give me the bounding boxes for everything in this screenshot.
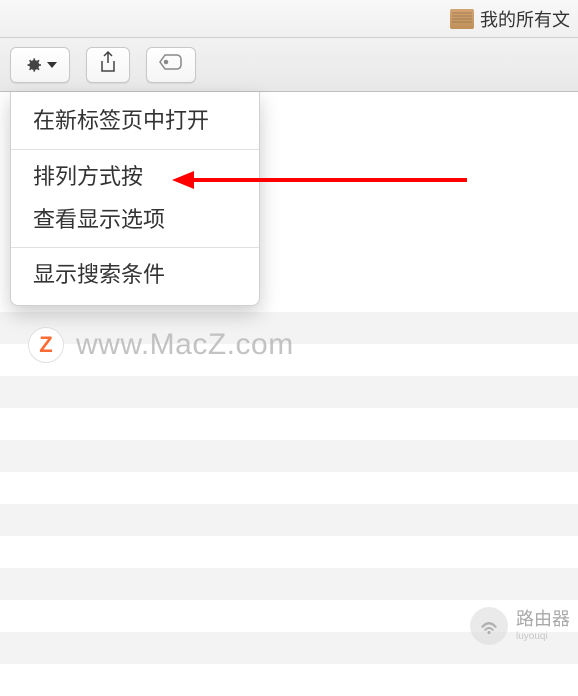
arrow-head-icon bbox=[172, 171, 194, 189]
list-row bbox=[0, 472, 578, 504]
router-text: 路由器 luyouqi bbox=[516, 609, 570, 643]
toolbar bbox=[0, 38, 578, 92]
router-text-main: 路由器 bbox=[516, 609, 570, 631]
menu-separator bbox=[11, 247, 259, 248]
list-row bbox=[0, 408, 578, 440]
share-button[interactable] bbox=[86, 47, 130, 83]
content-area: 在新标签页中打开 排列方式按 查看显示选项 显示搜索条件 Z www.MacZ.… bbox=[0, 92, 578, 663]
list-row bbox=[0, 664, 578, 696]
annotation-arrow bbox=[172, 171, 467, 189]
list-row bbox=[0, 568, 578, 600]
title-bar: 我的所有文 bbox=[0, 0, 578, 38]
window-title: 我的所有文 bbox=[450, 6, 570, 32]
watermark: Z www.MacZ.com bbox=[28, 327, 294, 363]
title-text: 我的所有文 bbox=[480, 6, 570, 32]
tag-button[interactable] bbox=[146, 47, 196, 83]
arrow-line bbox=[192, 178, 467, 182]
folder-icon bbox=[450, 9, 474, 29]
router-watermark: 路由器 luyouqi bbox=[470, 607, 570, 645]
share-icon bbox=[99, 51, 117, 78]
watermark-text: www.MacZ.com bbox=[76, 328, 294, 362]
menu-separator bbox=[11, 149, 259, 150]
list-row bbox=[0, 504, 578, 536]
list-row bbox=[0, 376, 578, 408]
gear-icon bbox=[23, 55, 43, 75]
menu-item-show-view-options[interactable]: 查看显示选项 bbox=[11, 199, 259, 242]
list-row bbox=[0, 440, 578, 472]
action-menu-button[interactable] bbox=[10, 47, 70, 83]
menu-item-open-in-new-tab[interactable]: 在新标签页中打开 bbox=[11, 100, 259, 143]
watermark-logo: Z bbox=[28, 327, 64, 363]
router-icon bbox=[470, 607, 508, 645]
list-row bbox=[0, 536, 578, 568]
chevron-down-icon bbox=[47, 62, 57, 68]
action-dropdown-menu: 在新标签页中打开 排列方式按 查看显示选项 显示搜索条件 bbox=[10, 92, 260, 306]
tag-icon bbox=[159, 53, 183, 76]
menu-item-show-search-criteria[interactable]: 显示搜索条件 bbox=[11, 254, 259, 297]
router-text-sub: luyouqi bbox=[516, 631, 570, 643]
